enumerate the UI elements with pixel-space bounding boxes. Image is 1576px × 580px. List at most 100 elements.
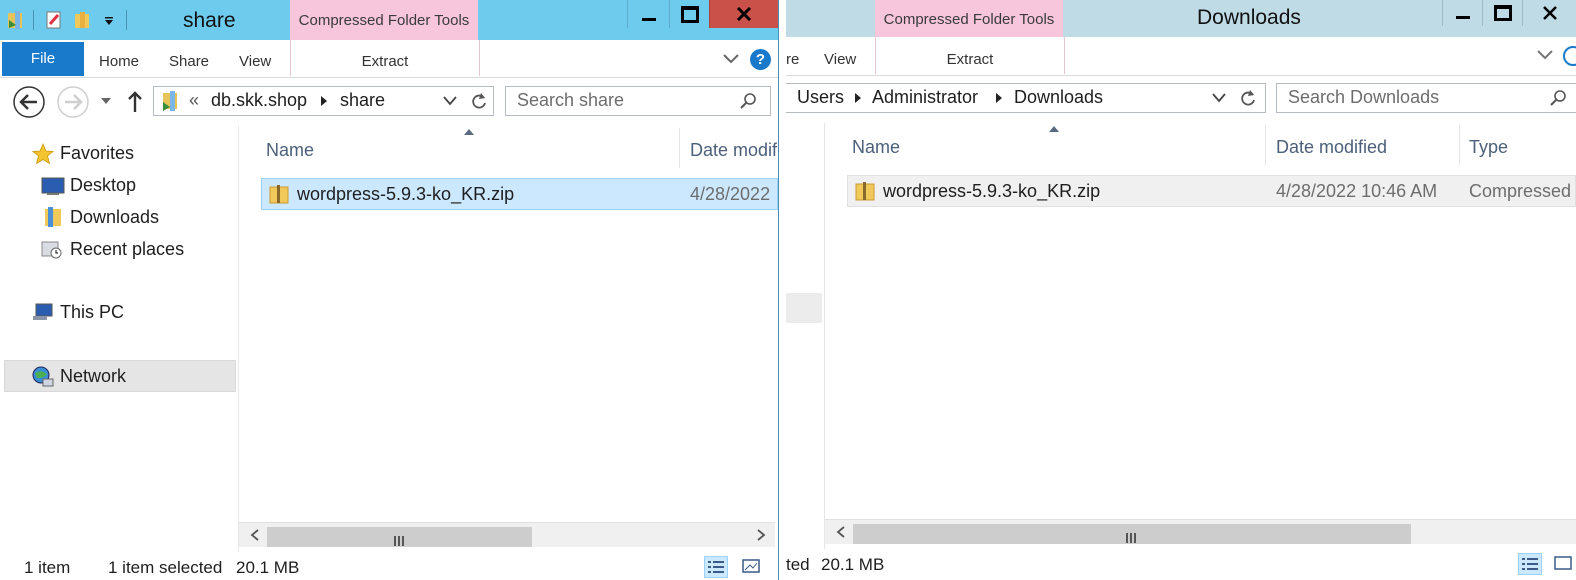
expand-ribbon-icon[interactable] [1536, 49, 1554, 61]
navigation-bar: « db.skk.shop share Search share [0, 78, 778, 126]
minimize-icon [641, 17, 656, 21]
nav-downloads[interactable]: Downloads [0, 202, 236, 232]
qat-dropdown-icon[interactable] [104, 16, 114, 26]
file-name: wordpress-5.9.3-ko_KR.zip [297, 184, 515, 204]
crumb-downloads[interactable]: Downloads [1014, 87, 1103, 108]
back-icon[interactable] [12, 85, 46, 119]
tab-file[interactable]: File [2, 42, 84, 76]
horizontal-scrollbar[interactable] [825, 519, 1576, 544]
large-icons-view-button[interactable] [1552, 553, 1576, 575]
column-divider[interactable] [1459, 125, 1460, 165]
tab-extract[interactable]: Extract [290, 40, 480, 76]
ribbon-tabs: File Home Share View Extract ? [0, 40, 778, 78]
scroll-left-icon[interactable] [835, 525, 847, 539]
zip-folder-icon [269, 185, 289, 204]
search-icon[interactable] [739, 92, 757, 110]
minimize-button[interactable] [1442, 0, 1482, 26]
maximize-button[interactable] [1482, 0, 1522, 26]
search-icon[interactable] [1549, 89, 1567, 107]
column-header-type[interactable]: Type [1469, 137, 1508, 158]
scroll-right-icon[interactable] [755, 528, 767, 542]
help-icon[interactable] [1563, 46, 1576, 66]
crumb-share[interactable]: share [340, 90, 385, 111]
scroll-left-icon[interactable] [249, 528, 261, 542]
recent-locations-icon[interactable] [100, 97, 112, 105]
scrollbar-thumb[interactable] [267, 527, 532, 547]
nav-network[interactable]: Network [4, 360, 236, 392]
column-header-name[interactable]: Name [266, 140, 314, 161]
column-header-date-modified[interactable]: Date modified [1276, 137, 1387, 158]
minimize-button[interactable] [627, 0, 669, 28]
scrollbar-thumb[interactable] [853, 524, 1411, 544]
selected-count: 1 item selected [108, 558, 223, 577]
up-icon[interactable] [127, 91, 143, 113]
address-dropdown-icon[interactable] [1212, 93, 1226, 103]
tab-view[interactable]: View [239, 53, 271, 70]
crumb-separator-icon[interactable] [321, 96, 327, 106]
crumb-separator-icon[interactable] [855, 93, 861, 103]
forward-icon[interactable] [56, 85, 90, 119]
minimize-icon [1455, 15, 1470, 19]
column-divider[interactable] [679, 128, 680, 168]
star-icon [32, 143, 54, 165]
tab-share[interactable]: Share [169, 53, 209, 70]
address-bar[interactable]: « db.skk.shop share [153, 86, 494, 116]
sort-ascending-icon [464, 129, 474, 135]
refresh-icon[interactable] [1239, 89, 1257, 107]
close-button[interactable] [1522, 0, 1576, 26]
navigation-pane [786, 123, 825, 549]
details-view-icon [708, 561, 724, 573]
help-icon[interactable]: ? [750, 49, 771, 70]
nav-desktop[interactable]: Desktop [0, 170, 236, 200]
nav-selected-item[interactable] [786, 293, 822, 323]
search-box[interactable]: Search Downloads [1276, 83, 1576, 113]
contextual-tab-group-label: Compressed Folder Tools [875, 0, 1063, 37]
tab-view[interactable]: View [824, 51, 856, 68]
downloads-folder-icon [45, 207, 61, 227]
title-bar[interactable]: share Compressed Folder Tools [0, 0, 778, 40]
navigation-pane: Favorites Desktop Downloads Recent place… [0, 126, 239, 552]
selected-count: ted [786, 555, 810, 574]
nav-recent-places[interactable]: Recent places [0, 234, 236, 264]
navigation-bar: Users Administrator Downloads Search Dow… [786, 76, 1576, 122]
details-view-button[interactable] [1518, 553, 1542, 575]
nav-favorites[interactable]: Favorites [0, 138, 236, 168]
maximize-button[interactable] [669, 0, 709, 28]
expand-ribbon-icon[interactable] [722, 53, 740, 65]
large-icons-view-icon [1554, 556, 1572, 570]
properties-icon[interactable] [44, 10, 64, 30]
folder-app-icon[interactable] [6, 10, 26, 30]
file-name: wordpress-5.9.3-ko_KR.zip [883, 181, 1101, 201]
tab-extract[interactable]: Extract [875, 37, 1065, 74]
file-type: Compressed [1469, 181, 1572, 201]
close-button[interactable] [709, 0, 778, 28]
tab-share[interactable]: re [786, 51, 799, 68]
crumb-users[interactable]: Users [797, 87, 844, 108]
details-view-button[interactable] [704, 556, 728, 578]
column-header-name[interactable]: Name [852, 137, 900, 158]
crumb-db-skk-shop[interactable]: db.skk.shop [211, 90, 307, 111]
file-list: Name Date modifi wordpress-5.9.3-ko_KR.z… [239, 126, 778, 552]
nav-this-pc[interactable]: This PC [0, 297, 236, 327]
crumb-separator-icon[interactable] [996, 93, 1002, 103]
large-icons-view-button[interactable] [740, 556, 764, 578]
column-divider[interactable] [1265, 125, 1266, 165]
title-bar[interactable]: Compressed Folder Tools Downloads [786, 0, 1576, 37]
file-row[interactable]: wordpress-5.9.3-ko_KR.zip 4/28/2022 10:4… [847, 175, 1576, 207]
computer-icon [33, 303, 53, 320]
refresh-icon[interactable] [470, 92, 488, 110]
window-title: Downloads [1197, 6, 1301, 29]
column-header-date-modified[interactable]: Date modifi [690, 140, 778, 161]
horizontal-scrollbar[interactable] [239, 522, 775, 547]
address-dropdown-icon[interactable] [443, 96, 457, 106]
tab-home[interactable]: Home [99, 53, 139, 70]
explorer-window-share: share Compressed Folder Tools File Home … [0, 0, 779, 580]
network-folder-icon [163, 91, 177, 111]
new-folder-icon[interactable] [72, 10, 92, 30]
crumb-administrator[interactable]: Administrator [872, 87, 978, 108]
file-row[interactable]: wordpress-5.9.3-ko_KR.zip 4/28/2022 [261, 178, 778, 210]
search-box[interactable]: Search share [505, 86, 771, 116]
address-overflow[interactable]: « [189, 90, 199, 111]
grip-icon [1126, 533, 1136, 543]
address-bar[interactable]: Users Administrator Downloads [786, 83, 1266, 113]
